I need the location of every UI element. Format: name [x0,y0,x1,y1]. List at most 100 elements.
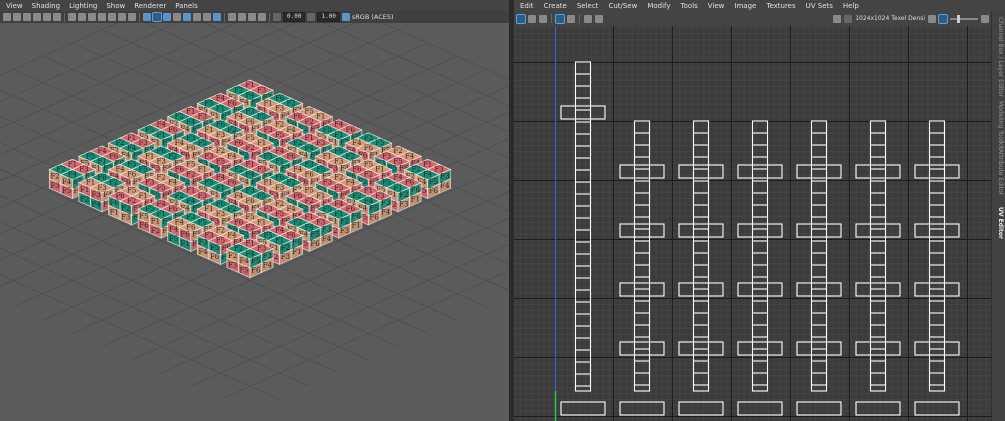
menu-uv-sets[interactable]: UV Sets [806,2,833,10]
cube-face-label: F4 [334,121,344,129]
smooth-shade-icon[interactable] [78,13,86,21]
safe-title-icon[interactable] [128,13,136,21]
uv-options-icon[interactable] [981,14,989,23]
menu-tools[interactable]: Tools [681,2,698,10]
tab-uv-editor[interactable]: UV Editor [997,207,1004,239]
camera-attributes-icon[interactable] [13,13,21,21]
toolbar-divider [551,14,552,23]
cube-face-label: F6 [275,94,285,102]
toolbar-divider [64,12,65,22]
anti-aliasing-icon[interactable] [203,13,211,21]
safe-action-icon[interactable] [118,13,126,21]
cube-face-label: F6 [216,200,226,208]
resolution-gate-icon[interactable] [88,13,96,21]
bookmark-icon[interactable] [23,13,31,21]
menu-shading[interactable]: Shading [32,2,60,10]
menu-image[interactable]: Image [734,2,756,10]
grid-icon[interactable] [43,13,51,21]
motion-blur-icon[interactable] [193,13,201,21]
uv-pixel-snap-icon[interactable] [584,14,592,23]
tab-attribute-editor[interactable]: Attribute Editor [997,149,1004,195]
textured-icon[interactable] [152,12,162,22]
menu-textures[interactable]: Textures [766,2,795,10]
menu-edit[interactable]: Edit [520,2,534,10]
menu-panels[interactable]: Panels [175,2,198,10]
menu-show[interactable]: Show [106,2,125,10]
menu-renderer[interactable]: Renderer [134,2,166,10]
menu-create[interactable]: Create [544,2,567,10]
uv-display-image-icon[interactable] [595,14,603,23]
color-management-icon[interactable] [341,13,350,21]
cube-face-label: F3 [245,187,254,195]
cube-face-label: F6 [97,174,107,182]
uv-editor-menubar: Edit Create Select Cut/Sew Modify Tools … [514,0,1005,11]
backface-culling-icon[interactable] [258,13,266,21]
shaded-uv-icon[interactable] [938,13,948,24]
cube-face-label: F4 [440,182,450,190]
xray-icon[interactable] [238,13,246,21]
cube-face-label: F4 [334,200,344,208]
uv-opacity-slider[interactable] [950,14,978,23]
viewport-menubar: View Shading Lighting Show Renderer Pane… [0,0,509,11]
exposure-icon[interactable] [273,13,281,21]
cube-face-label: F3 [186,134,195,142]
cube-face-label: F5 [245,213,254,221]
cube-face-label: F6 [139,222,149,230]
cube-face-label: F5 [127,187,136,195]
wireframe-on-shaded-icon[interactable] [143,13,151,21]
tab-modeling-toolkit[interactable]: Modeling Toolkit [997,101,1004,149]
uv-grid-icon[interactable] [555,13,565,24]
uv-shell-select-icon[interactable] [516,13,526,24]
cube-face-label: F3 [121,214,130,222]
xray-joints-icon[interactable] [248,13,256,21]
gamma-icon[interactable] [307,13,316,21]
cube-face-label: F3 [198,239,207,247]
texture-image-icon[interactable] [833,14,842,23]
cube-face-label: F1 [411,195,420,203]
use-all-lights-icon[interactable] [163,13,171,21]
checkerboard-icon[interactable] [844,14,853,23]
gamma-field[interactable]: 1.00 [317,12,340,22]
toolbar-divider [224,12,225,22]
cube-face-label: F6 [210,253,220,261]
menu-lighting[interactable]: Lighting [69,2,97,10]
uv-texture-view[interactable] [514,26,992,421]
texel-density-label: 1024x1024 Texel Densi [855,15,925,22]
cube-face-label: F3 [186,213,195,221]
wireframe-icon[interactable] [68,13,76,21]
cube-face-label: F3 [440,173,449,181]
uv-frame-icon[interactable] [567,14,575,23]
exposure-field[interactable]: 0.00 [283,12,306,22]
shadows-icon[interactable] [173,13,181,21]
menu-view[interactable]: View [708,2,725,10]
cube-face-label: F6 [370,214,380,222]
select-camera-icon[interactable] [3,13,11,21]
field-chart-icon[interactable] [108,13,116,21]
color-space-selector[interactable]: sRGB (ACES) [341,13,394,21]
cube-face-label: F4 [322,235,332,243]
uv-distortion-icon[interactable] [539,14,547,23]
cube-face-label: F3 [263,252,272,260]
screen-space-ao-icon[interactable] [183,13,191,21]
color-space-label: sRGB (ACES) [351,13,394,21]
depth-of-field-icon[interactable] [213,13,221,21]
cube-face-label: F2 [157,174,166,182]
uv-checker-icon[interactable] [528,14,536,23]
menu-help[interactable]: Help [843,2,859,10]
menu-select[interactable]: Select [577,2,599,10]
menu-cut-sew[interactable]: Cut/Sew [608,2,637,10]
image-plane-icon[interactable] [33,13,41,21]
cube-face-label: F4 [216,174,226,182]
cube-face-label: F1 [186,108,195,116]
film-gate-icon[interactable] [53,13,61,21]
cube-face-label: F5 [305,108,314,116]
cube-face-label: F6 [251,266,261,274]
gate-mask-icon[interactable] [98,13,106,21]
menu-view[interactable]: View [6,2,23,10]
menu-modify[interactable]: Modify [647,2,670,10]
texel-density-icon[interactable] [928,14,936,23]
tab-channel-box[interactable]: Channel Box / Layer Editor [997,17,1004,97]
perspective-viewport[interactable]: F1F3F2F4F2F4F3F5F3F5F4F6F6F2F1F3F1F3F2F4… [0,23,509,421]
cube-face-label: F3 [281,253,290,261]
isolate-select-icon[interactable] [228,13,236,21]
